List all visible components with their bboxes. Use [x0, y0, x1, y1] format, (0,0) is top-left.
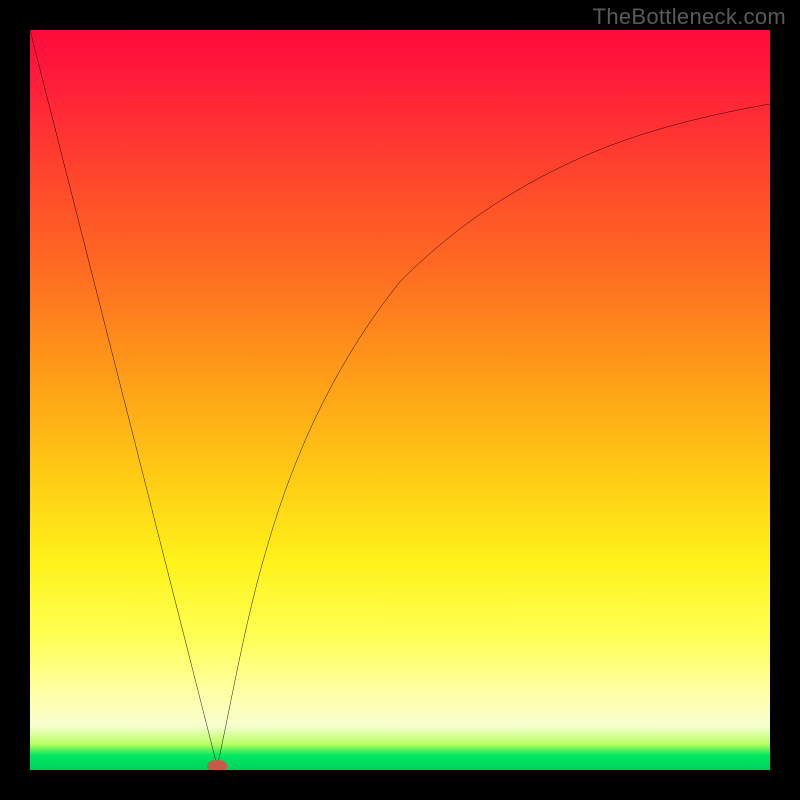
- watermark-text: TheBottleneck.com: [593, 4, 786, 30]
- curve-right-branch: [217, 104, 770, 766]
- plot-area: [30, 30, 770, 770]
- curve-layer: [30, 30, 770, 770]
- chart-frame: TheBottleneck.com: [0, 0, 800, 800]
- curve-left-branch: [30, 30, 217, 766]
- vertex-marker: [207, 760, 227, 770]
